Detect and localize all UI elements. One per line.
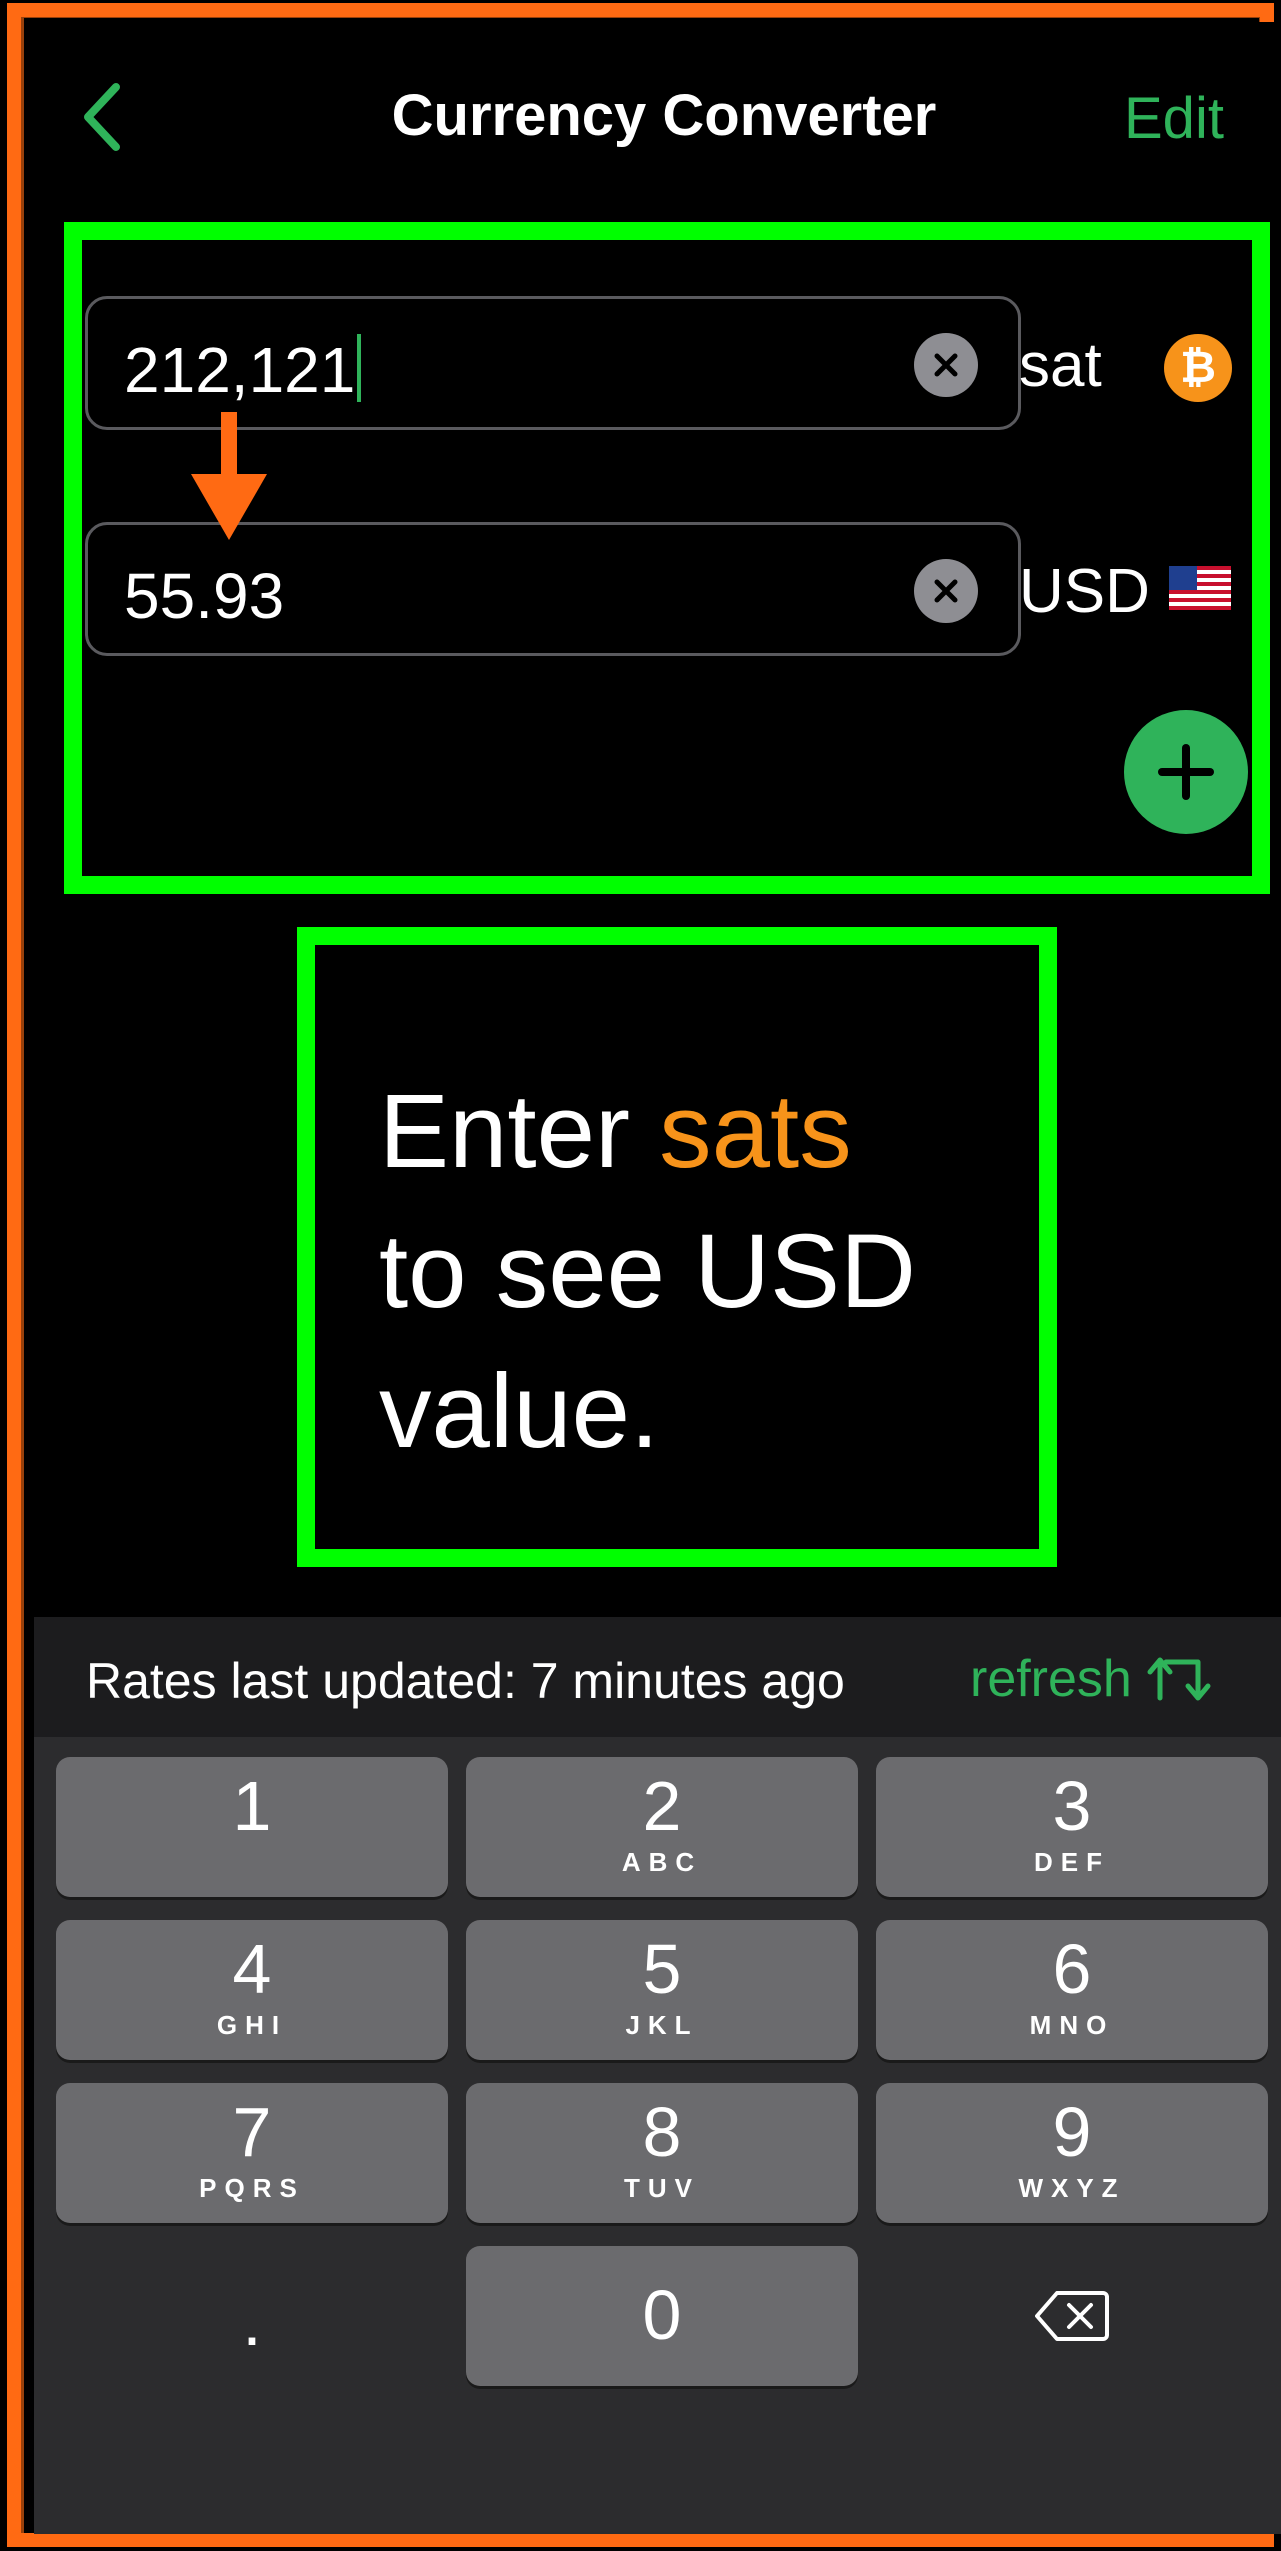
key-8[interactable]: 8 TUV bbox=[466, 2083, 858, 2223]
key-1[interactable]: 1 bbox=[56, 1757, 448, 1897]
delete-key[interactable] bbox=[876, 2246, 1268, 2386]
key-3[interactable]: 3 DEF bbox=[876, 1757, 1268, 1897]
chevron-left-icon bbox=[84, 83, 120, 151]
annotation-text: Enter sats to see USD value. bbox=[379, 1062, 1019, 1482]
refresh-label: refresh bbox=[970, 1650, 1132, 1708]
annotation-box-inputs bbox=[64, 222, 1270, 894]
app-screen: Currency Converter Edit 212,121 sat ₿ 55… bbox=[34, 22, 1281, 2534]
rates-bar: Rates last updated: 7 minutes ago refres… bbox=[34, 1617, 1281, 1737]
annotation-line1: Enter bbox=[379, 1073, 660, 1190]
key-9[interactable]: 9 WXYZ bbox=[876, 2083, 1268, 2223]
edit-button[interactable]: Edit bbox=[1124, 85, 1224, 152]
rates-status: Rates last updated: 7 minutes ago bbox=[86, 1653, 845, 1709]
annotation-line3: value. bbox=[379, 1353, 660, 1470]
key-5[interactable]: 5 JKL bbox=[466, 1920, 858, 2060]
key-2[interactable]: 2 ABC bbox=[466, 1757, 858, 1897]
numeric-keypad: 1 2 ABC 3 DEF 4 GHI 5 JKL 6 MNO 7 PQRS 8… bbox=[34, 1737, 1281, 2534]
refresh-button[interactable]: refresh bbox=[970, 1649, 1212, 1709]
key-6[interactable]: 6 MNO bbox=[876, 1920, 1268, 2060]
key-decimal[interactable]: . bbox=[56, 2246, 448, 2386]
key-0[interactable]: 0 bbox=[466, 2246, 858, 2386]
back-button[interactable] bbox=[72, 72, 132, 162]
refresh-icon bbox=[1147, 1657, 1211, 1701]
key-7[interactable]: 7 PQRS bbox=[56, 2083, 448, 2223]
backspace-icon bbox=[1035, 2291, 1109, 2341]
key-4[interactable]: 4 GHI bbox=[56, 1920, 448, 2060]
annotation-highlight: sats bbox=[659, 1073, 852, 1190]
page-title: Currency Converter bbox=[391, 83, 937, 148]
annotation-line2: to see USD bbox=[379, 1213, 916, 1330]
arrow-down-icon bbox=[191, 412, 267, 540]
